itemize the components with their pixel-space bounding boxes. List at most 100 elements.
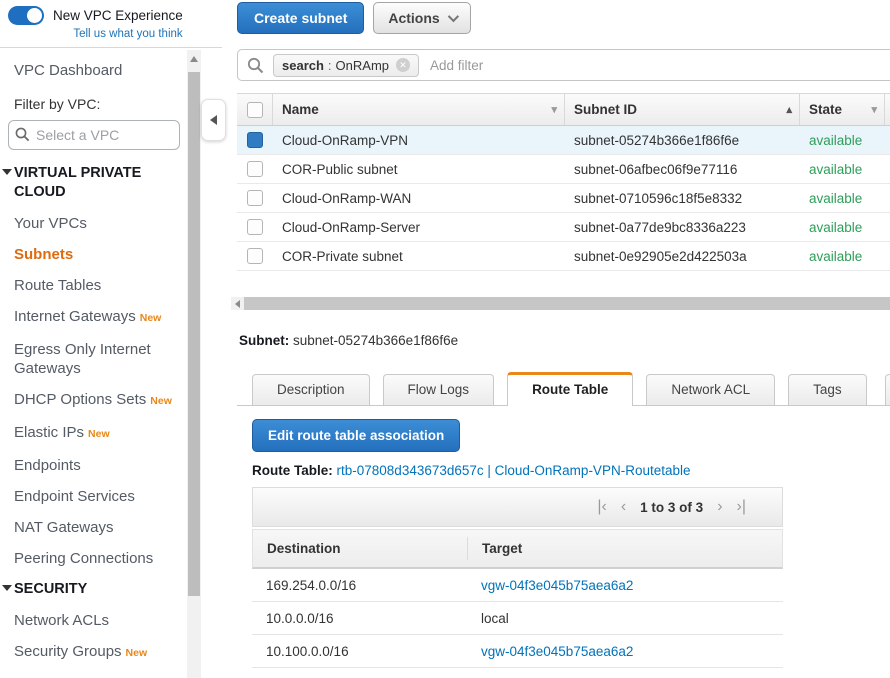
edit-route-table-association-button[interactable]: Edit route table association [252,419,460,452]
route-table-header: Destination Target [252,529,783,569]
sidebar-item-label: Route Tables [14,277,101,294]
sidebar-item-dhcp-options-sets[interactable]: DHCP Options Sets New [14,390,196,411]
sidebar-item-network-acls[interactable]: Network ACLs [14,611,196,630]
feedback-link[interactable]: Tell us what you think [8,25,222,40]
remove-filter-icon[interactable]: ✕ [396,58,410,72]
row-checkbox[interactable] [247,219,263,235]
sidebar-item-label: DHCP Options Sets [14,391,146,408]
new-vpc-experience-toggle[interactable] [8,6,44,25]
route-target-link[interactable]: vgw-04f3e045b75aea6a2 [481,644,633,659]
sidebar-item-subnets[interactable]: Subnets [14,245,196,264]
column-header-state[interactable]: State ▾ [800,94,885,125]
route-table-link[interactable]: rtb-07808d343673d657c | Cloud-OnRamp-VPN… [337,463,691,478]
sidebar-collapse-handle[interactable] [201,99,226,141]
tab-network-acl[interactable]: Network ACL [646,374,775,405]
vpc-filter-search [8,120,180,150]
filter-tag[interactable]: search : OnRAmp ✕ [273,54,419,77]
sidebar-item-label: Network ACLs [14,612,109,629]
route-target-link[interactable]: vgw-04f3e045b75aea6a2 [481,578,633,593]
vpc-experience-header: New VPC Experience Tell us what you thin… [0,0,222,48]
collapse-left-icon [210,115,217,125]
route-row: 10.100.0.0/16 vgw-04f3e045b75aea6a2 [252,635,783,668]
next-page-icon[interactable]: › [717,499,722,515]
subnet-id: subnet-06afbec06f9e77116 [565,162,800,177]
first-page-icon[interactable]: |‹ [597,499,606,515]
sidebar-item-label: Peering Connections [14,550,153,567]
subnet-id: subnet-0e92905e2d422503a [565,249,800,264]
search-icon [15,127,30,142]
column-header-destination: Destination [253,537,468,559]
sidebar-item-label: Internet Gateways [14,308,136,325]
section-security[interactable]: SECURITY [14,580,189,599]
sidebar-scrollbar[interactable] [187,50,201,678]
sidebar-item-route-tables[interactable]: Route Tables [14,276,196,295]
scroll-left-icon[interactable] [231,297,244,310]
column-label: State [809,102,842,117]
row-checkbox[interactable] [247,248,263,264]
route-destination: 10.100.0.0/16 [252,641,467,660]
last-page-icon[interactable]: ›| [737,499,746,515]
tab-description[interactable]: Description [252,374,370,405]
tab-route-table[interactable]: Route Table [507,372,633,406]
column-header-subnet-id[interactable]: Subnet ID ▴ [565,94,800,125]
vpc-filter-input[interactable] [8,120,180,150]
scrollbar-thumb[interactable] [244,297,890,310]
sidebar-item-internet-gateways[interactable]: Internet GatewaysNew [14,307,196,328]
sidebar-item-endpoint-services[interactable]: Endpoint Services [14,487,196,506]
new-badge: New [150,395,172,407]
section-virtual-private-cloud[interactable]: VIRTUAL PRIVATE CLOUD [14,164,189,202]
tab-flow-logs[interactable]: Flow Logs [383,374,495,405]
toolbar: Create subnet Actions [237,2,471,34]
row-checkbox[interactable] [247,161,263,177]
sort-desc-icon[interactable]: ▾ [551,103,557,116]
table-row[interactable]: COR-Public subnet subnet-06afbec06f9e771… [237,155,890,184]
section-label: SECURITY [14,581,87,597]
sidebar-item-elastic-ips[interactable]: Elastic IPsNew [14,423,196,444]
tab-tags[interactable]: Tags [788,374,867,405]
subnet-name: Cloud-OnRamp-WAN [273,191,565,206]
table-row[interactable]: Cloud-OnRamp-VPN subnet-05274b366e1f86f6… [237,126,890,155]
sidebar-item-your-vpcs[interactable]: Your VPCs [14,214,196,233]
previous-page-icon[interactable]: ‹ [621,499,626,515]
subnet-id: subnet-0710596c18f5e8332 [565,191,800,206]
subnet-id: subnet-05274b366e1f86f6e [565,133,800,148]
route-target: local [481,611,509,626]
table-row[interactable]: Cloud-OnRamp-Server subnet-0a77de9bc8336… [237,213,890,242]
route-table-summary: Route Table: rtb-07808d343673d657c | Clo… [252,463,691,478]
row-checkbox[interactable] [247,132,263,148]
horizontal-scrollbar[interactable] [231,297,890,310]
row-checkbox[interactable] [247,190,263,206]
scroll-up-icon[interactable] [190,56,198,62]
add-filter-input[interactable]: Add filter [430,58,483,73]
sidebar-item-endpoints[interactable]: Endpoints [14,456,196,475]
sort-asc-icon[interactable]: ▴ [786,103,792,116]
scrollbar-thumb[interactable] [188,72,200,596]
column-label: Subnet ID [574,102,637,117]
actions-label: Actions [388,10,439,26]
sidebar-item-label: Your VPCs [14,215,87,232]
table-row[interactable]: COR-Private subnet subnet-0e92905e2d4225… [237,242,890,271]
table-row[interactable]: Cloud-OnRamp-WAN subnet-0710596c18f5e833… [237,184,890,213]
section-label: VIRTUAL PRIVATE CLOUD [14,165,141,200]
sidebar-item-security-groups[interactable]: Security Groups New [14,642,196,663]
create-subnet-button[interactable]: Create subnet [237,2,364,34]
sidebar-item-nat-gateways[interactable]: NAT Gateways [14,518,196,537]
state-badge: available [800,220,885,235]
sidebar-item-egress-only-internet-gateways[interactable]: Egress Only Internet Gateways [14,340,196,378]
sort-desc-icon[interactable]: ▾ [871,103,877,116]
sidebar-item-peering-connections[interactable]: Peering Connections [14,549,196,568]
actions-button[interactable]: Actions [373,2,470,34]
sidebar-item-label: Security Groups [14,643,122,660]
state-badge: available [800,162,885,177]
sidebar-item-label: Egress Only Internet Gateways [14,341,151,377]
filter-bar[interactable]: search : OnRAmp ✕ Add filter [237,49,890,81]
sidebar-item-label: Elastic IPs [14,424,84,441]
new-badge: New [126,647,148,659]
tab-partial [885,374,890,405]
select-all-checkbox[interactable] [247,102,263,118]
sidebar: New VPC Experience Tell us what you thin… [0,0,222,678]
pagination-bar: |‹ ‹ 1 to 3 of 3 › ›| [252,487,783,527]
sidebar-item-label: NAT Gateways [14,519,113,536]
route-destination: 10.0.0.0/16 [252,608,467,627]
column-header-name[interactable]: Name▾ [273,94,565,125]
